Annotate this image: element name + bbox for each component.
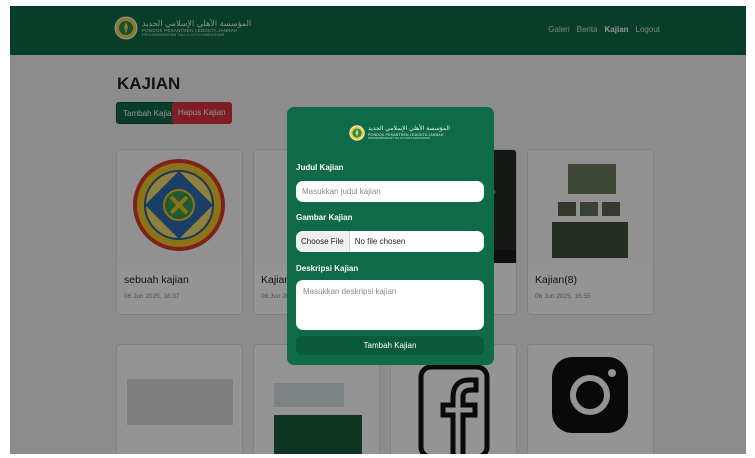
judul-label: Judul Kajian [296,163,344,172]
modal-brand-line2: PENGEMBANGAN TALLO KOTA MAKASSAR [368,135,430,140]
app-window: المؤسسة الأهلي الإسلامي الجديد PONDOK PE… [10,6,746,454]
modal-brand-arabic: المؤسسة الأهلي الإسلامي الجديد [368,124,450,132]
modal-brand: المؤسسة الأهلي الإسلامي الجديد PONDOK PE… [349,125,450,141]
modal-brand-text: المؤسسة الأهلي الإسلامي الجديد PONDOK PE… [368,124,450,140]
file-status: No file chosen [354,237,406,246]
gambar-file-input[interactable]: Choose File No file chosen [296,231,484,252]
deskripsi-label: Deskripsi Kajian [296,264,359,273]
add-kajian-modal: المؤسسة الأهلي الإسلامي الجديد PONDOK PE… [287,107,494,365]
judul-input[interactable] [296,181,484,202]
pesantren-logo-icon [349,125,365,141]
deskripsi-textarea[interactable] [296,280,484,330]
gambar-label: Gambar Kajian [296,213,353,222]
choose-file-button[interactable]: Choose File [296,231,350,252]
submit-kajian-button[interactable]: Tambah Kajian [296,336,484,355]
